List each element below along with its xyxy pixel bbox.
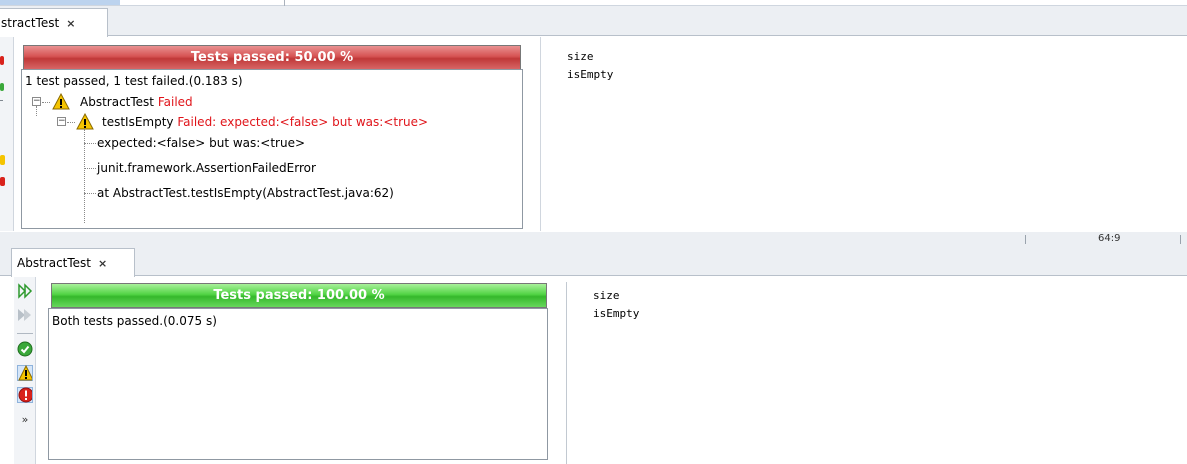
cursor-position: 64:9 xyxy=(1098,233,1121,244)
tree-row-test[interactable]: testIsEmpty Failed: expected:<false> but… xyxy=(102,112,428,132)
warning-icon xyxy=(52,93,70,110)
detail-line[interactable]: junit.framework.AssertionFailedError xyxy=(97,158,316,178)
detail-line[interactable]: expected:<false> but was:<true> xyxy=(97,133,305,153)
tree-row-suite[interactable]: AbstractTest Failed xyxy=(80,92,193,112)
status-separator xyxy=(1025,235,1026,244)
cropped-toolbar-icons xyxy=(0,56,5,186)
show-passed-button[interactable] xyxy=(17,341,33,357)
tab-label: stractTest xyxy=(1,16,60,30)
cropped-warning-icon xyxy=(0,155,5,165)
output-line: size xyxy=(593,289,620,302)
suite-status: Failed xyxy=(157,95,193,109)
rerun-failed-icon xyxy=(18,309,31,321)
tab-abstracttest-bottom[interactable]: AbstractTest × xyxy=(11,248,135,277)
tree-guide xyxy=(67,122,75,123)
rerun-button[interactable] xyxy=(17,283,33,299)
test-name: testIsEmpty xyxy=(102,115,174,129)
top-side-toolbar xyxy=(0,37,14,231)
show-warnings-button[interactable] xyxy=(17,365,33,381)
cropped-error-icon xyxy=(0,56,4,65)
tree-guide xyxy=(42,102,50,103)
status-bar: 64:9 xyxy=(0,232,1187,244)
top-test-results-pane: stractTest × Tests passed: 50.00 % 1 test… xyxy=(0,0,1187,232)
show-passed-icon xyxy=(17,341,33,357)
selected-tab-marker xyxy=(0,0,120,5)
show-errors-button[interactable] xyxy=(17,387,33,403)
collapse-icon[interactable]: − xyxy=(57,117,66,126)
cropped-error-icon-2 xyxy=(0,177,5,186)
toolbar-separator xyxy=(17,333,33,334)
bottom-output-panel[interactable]: size isEmpty xyxy=(566,282,1187,464)
more-icon: » xyxy=(21,412,29,426)
top-results-panel: Tests passed: 50.00 % 1 test passed, 1 t… xyxy=(21,42,523,229)
close-icon[interactable]: × xyxy=(98,250,107,278)
top-output-panel[interactable]: size isEmpty xyxy=(540,37,1187,231)
results-tree: Both tests passed.(0.075 s) xyxy=(48,308,548,460)
bottom-tab-bar: AbstractTest × xyxy=(0,244,1187,277)
status-separator xyxy=(1180,235,1181,244)
rerun-failed-button[interactable] xyxy=(17,307,33,323)
tree-guide xyxy=(36,106,37,116)
output-line: size xyxy=(567,50,594,63)
progress-bar-failed: Tests passed: 50.00 % xyxy=(23,45,521,70)
output-line: isEmpty xyxy=(593,307,640,320)
summary-text: Both tests passed.(0.075 s) xyxy=(52,314,217,328)
warning-icon xyxy=(76,113,94,130)
suite-name: AbstractTest xyxy=(80,95,155,109)
results-tree: 1 test passed, 1 test failed.(0.183 s) −… xyxy=(21,69,523,229)
collapse-icon[interactable]: − xyxy=(32,97,41,106)
test-status: Failed: expected:<false> but was:<true> xyxy=(177,115,429,129)
tree-guide xyxy=(84,143,96,144)
progress-bar-passed: Tests passed: 100.00 % xyxy=(51,283,547,308)
bottom-side-toolbar: » xyxy=(14,277,36,464)
tree-guide xyxy=(84,168,96,169)
detail-line[interactable]: at AbstractTest.testIsEmpty(AbstractTest… xyxy=(97,183,394,203)
output-line: isEmpty xyxy=(567,68,614,81)
rerun-icon xyxy=(18,283,33,299)
bottom-results-panel: Tests passed: 100.00 % Both tests passed… xyxy=(48,282,548,462)
top-tab-bar: stractTest × xyxy=(0,6,1187,37)
tab-label: AbstractTest xyxy=(17,256,92,270)
cropped-separator xyxy=(0,100,3,101)
more-button[interactable]: » xyxy=(17,411,33,427)
close-icon[interactable]: × xyxy=(66,10,75,38)
tree-guide xyxy=(84,193,96,194)
show-warnings-icon xyxy=(18,365,32,381)
cropped-pass-icon xyxy=(0,83,4,91)
show-errors-icon xyxy=(18,387,32,403)
tab-abstracttest-top[interactable]: stractTest × xyxy=(0,8,108,37)
summary-text: 1 test passed, 1 test failed.(0.183 s) xyxy=(25,74,243,88)
